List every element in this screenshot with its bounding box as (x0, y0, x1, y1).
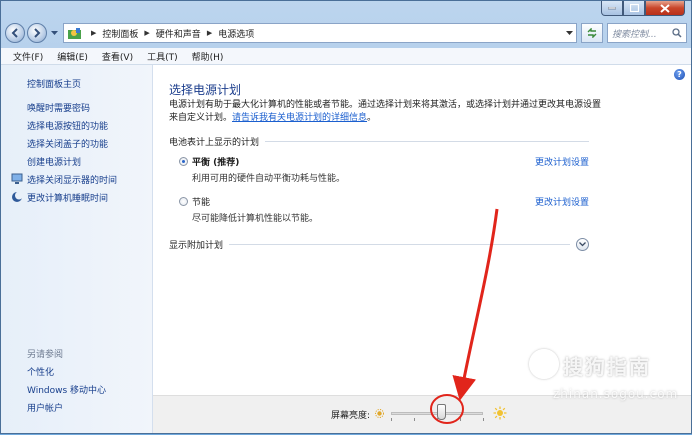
close-button[interactable] (645, 1, 685, 16)
see-also-personalize[interactable]: 个性化 (27, 365, 54, 378)
expand-chevron-icon[interactable] (576, 238, 589, 251)
menu-help[interactable]: 帮助(H) (192, 50, 224, 63)
menu-edit[interactable]: 编辑(E) (57, 50, 88, 63)
sidebar-item-sleep[interactable]: 更改计算机睡眠时间 (27, 191, 108, 204)
address-row: ▶ 控制面板 ▶ 硬件和声音 ▶ 电源选项 搜索控制... (5, 21, 687, 45)
plan-power-saver-change-settings-link[interactable]: 更改计划设置 (535, 195, 589, 208)
address-dropdown-icon[interactable] (562, 24, 576, 42)
sidebar-item-lid[interactable]: 选择关闭盖子的功能 (27, 137, 108, 150)
plan-balanced-name: 平衡 (推荐) (192, 158, 240, 168)
sidebar-item-display-off[interactable]: 选择关闭显示器的时间 (27, 173, 117, 186)
control-panel-window: ▶ 控制面板 ▶ 硬件和声音 ▶ 电源选项 搜索控制... 文件(F) 编辑(E… (0, 0, 692, 434)
watermark: S 搜狗指南 zhinan.sogou.com (523, 343, 677, 403)
section-label: 电池表计上显示的计划 (169, 138, 260, 148)
plan-balanced-desc: 利用可用的硬件自动平衡功耗与性能。 (192, 174, 346, 184)
moon-icon (11, 191, 23, 203)
see-also-mobility-center[interactable]: Windows 移动中心 (27, 383, 106, 396)
search-input[interactable]: 搜索控制... (607, 23, 687, 43)
plan-power-saver-name: 节能 (192, 198, 211, 208)
breadcrumb-power-options[interactable]: 电源选项 (218, 27, 254, 40)
plan-balanced-radio[interactable] (179, 157, 188, 166)
minimize-button[interactable] (601, 1, 623, 16)
menu-file[interactable]: 文件(F) (13, 50, 43, 63)
bright-sun-icon (493, 406, 507, 423)
page-title: 选择电源计划 (169, 83, 242, 97)
slider-tick (414, 418, 415, 421)
plan-power-saver-radio[interactable] (179, 197, 188, 206)
plan-power-saver-desc: 尽可能降低计算机性能以节能。 (192, 214, 319, 224)
caption-buttons (601, 1, 685, 16)
dim-sun-icon (375, 409, 384, 421)
breadcrumb-hardware-sound[interactable]: 硬件和声音 (156, 27, 201, 40)
watermark-text: 搜狗指南 (563, 355, 651, 379)
breadcrumb-arrow-icon: ▶ (206, 29, 213, 37)
extra-plans-label[interactable]: 显示附加计划 (169, 238, 223, 251)
maximize-button[interactable] (623, 1, 645, 16)
see-also-user-accounts[interactable]: 用户帐户 (27, 401, 63, 414)
refresh-button[interactable] (581, 23, 603, 43)
brightness-label: 屏幕亮度: (331, 411, 371, 421)
sidebar-item-wake-password[interactable]: 唤醒时需要密码 (27, 101, 90, 114)
menu-bar: 文件(F) 编辑(E) 查看(V) 工具(T) 帮助(H) (1, 48, 691, 65)
slider-tick (391, 418, 392, 421)
plan-balanced-change-settings-link[interactable]: 更改计划设置 (535, 155, 589, 168)
search-placeholder: 搜索控制... (612, 29, 657, 40)
watermark-logo: S (529, 349, 559, 379)
control-panel-icon (68, 27, 81, 39)
slider-tick (460, 418, 461, 421)
search-icon (672, 28, 686, 38)
task-pane: 控制面板主页 唤醒时需要密码 选择电源按钮的功能 选择关闭盖子的功能 创建电源计… (1, 65, 153, 433)
recent-pages-dropdown[interactable] (49, 30, 59, 36)
menu-view[interactable]: 查看(V) (102, 50, 133, 63)
monitor-icon (11, 173, 23, 185)
breadcrumb-control-panel[interactable]: 控制面板 (102, 27, 138, 40)
breadcrumb-arrow-icon: ▶ (91, 29, 97, 37)
page-description: 电源计划有助于最大化计算机的性能或者节能。通过选择计划来将其激活，或选择计划并通… (169, 99, 609, 125)
see-also-heading: 另请参阅 (27, 350, 64, 360)
sidebar-item-home[interactable]: 控制面板主页 (27, 77, 81, 90)
description-end: 。 (367, 113, 377, 123)
watermark-url: zhinan.sogou.com (553, 387, 679, 401)
menu-tools[interactable]: 工具(T) (147, 50, 178, 63)
address-bar[interactable]: ▶ 控制面板 ▶ 硬件和声音 ▶ 电源选项 (63, 23, 577, 43)
brightness-slider-thumb[interactable] (436, 404, 446, 420)
battery-meter-plans-section: 电池表计上显示的计划 (169, 135, 589, 148)
power-plans-help-link[interactable]: 请告诉我有关电源计划的详细信息 (232, 113, 367, 123)
divider (229, 244, 570, 245)
sidebar-item-power-button[interactable]: 选择电源按钮的功能 (27, 119, 108, 132)
show-additional-plans[interactable]: 显示附加计划 (169, 238, 589, 251)
divider (265, 141, 589, 142)
back-button[interactable] (5, 23, 25, 43)
forward-button[interactable] (27, 23, 47, 43)
slider-tick (483, 418, 484, 421)
sidebar-item-create-plan[interactable]: 创建电源计划 (27, 155, 81, 168)
breadcrumb-arrow-icon: ▶ (144, 29, 150, 37)
